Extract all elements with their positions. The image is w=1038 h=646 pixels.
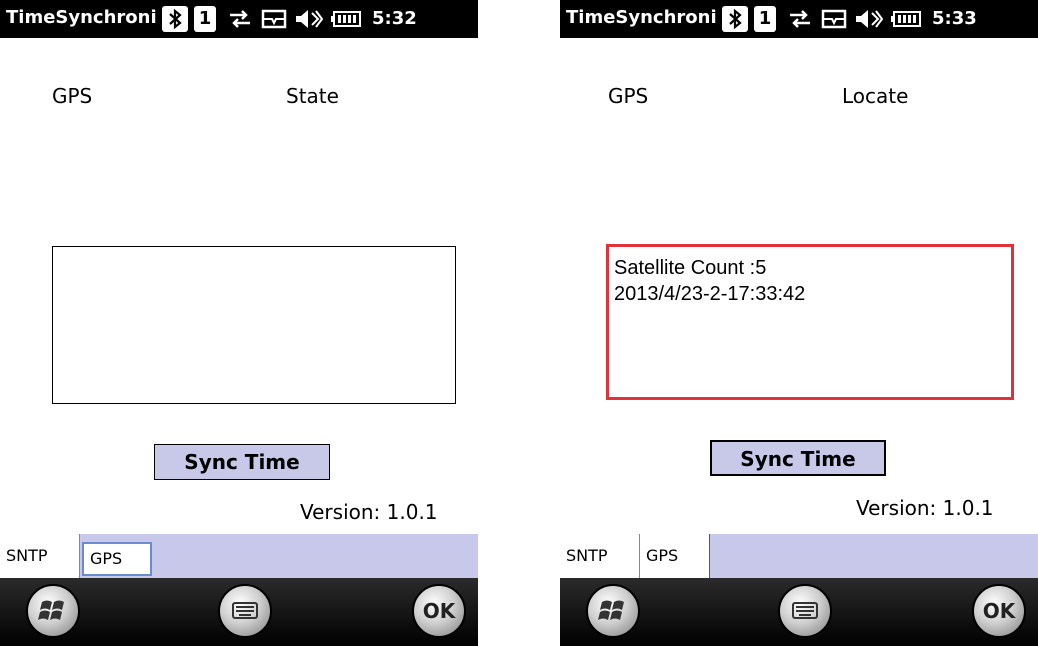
- bluetooth-icon[interactable]: [162, 6, 188, 32]
- app-title: TimeSynchronizer: [566, 7, 716, 28]
- message-icon[interactable]: [820, 6, 848, 32]
- device-screen-right: TimeSynchronizer 1 5:33 GPS Locate Satel…: [560, 0, 1038, 646]
- gps-label: GPS: [52, 84, 93, 108]
- gps-status-label: Locate: [842, 84, 909, 108]
- message-icon[interactable]: [260, 6, 288, 32]
- gps-info-box: [52, 246, 456, 404]
- windows-flag-icon: [38, 600, 64, 620]
- sync-time-button[interactable]: Sync Time: [154, 444, 330, 480]
- volume-icon[interactable]: [294, 6, 324, 32]
- title-bar: TimeSynchronizer 1 5:32: [0, 0, 478, 38]
- app-title: TimeSynchronizer: [6, 7, 156, 28]
- sync-time-button[interactable]: Sync Time: [710, 440, 886, 476]
- soft-key-bar: OK: [0, 578, 478, 646]
- windows-start-button[interactable]: [586, 584, 640, 638]
- tab-sntp[interactable]: SNTP: [560, 534, 640, 578]
- gps-info-box: Satellite Count :5 2013/4/23-2-17:33:42: [606, 244, 1014, 400]
- clock: 5:33: [932, 8, 977, 29]
- battery-icon[interactable]: [330, 6, 364, 32]
- version-label: Version: 1.0.1: [300, 500, 438, 524]
- keyboard-button[interactable]: [218, 584, 272, 638]
- gps-label: GPS: [608, 84, 649, 108]
- volume-icon[interactable]: [854, 6, 884, 32]
- tab-strip: SNTP GPS: [560, 534, 1038, 578]
- data-connection-icon[interactable]: [786, 6, 814, 32]
- battery-icon[interactable]: [890, 6, 924, 32]
- tab-sntp[interactable]: SNTP: [0, 534, 80, 578]
- sim-icon[interactable]: 1: [194, 6, 216, 32]
- title-bar: TimeSynchronizer 1 5:33: [560, 0, 1038, 38]
- sim-icon[interactable]: 1: [754, 6, 776, 32]
- windows-flag-icon: [598, 600, 624, 620]
- data-connection-icon[interactable]: [226, 6, 254, 32]
- gps-datetime-text: 2013/4/23-2-17:33:42: [614, 283, 806, 305]
- clock: 5:32: [372, 8, 417, 29]
- tab-strip: SNTP GPS: [0, 534, 478, 578]
- bluetooth-icon[interactable]: [722, 6, 748, 32]
- device-screen-left: TimeSynchronizer 1 5:32 GPS State Sync T…: [0, 0, 478, 646]
- windows-start-button[interactable]: [26, 584, 80, 638]
- ok-button[interactable]: OK: [972, 584, 1026, 638]
- tab-gps[interactable]: GPS: [640, 534, 710, 578]
- gps-status-label: State: [286, 84, 339, 108]
- satellite-count-text: Satellite Count :5: [614, 257, 767, 279]
- keyboard-button[interactable]: [778, 584, 832, 638]
- ok-button[interactable]: OK: [412, 584, 466, 638]
- version-label: Version: 1.0.1: [856, 496, 994, 520]
- keyboard-icon: [792, 602, 818, 619]
- keyboard-icon: [232, 602, 258, 619]
- tab-gps[interactable]: GPS: [82, 542, 152, 576]
- soft-key-bar: OK: [560, 578, 1038, 646]
